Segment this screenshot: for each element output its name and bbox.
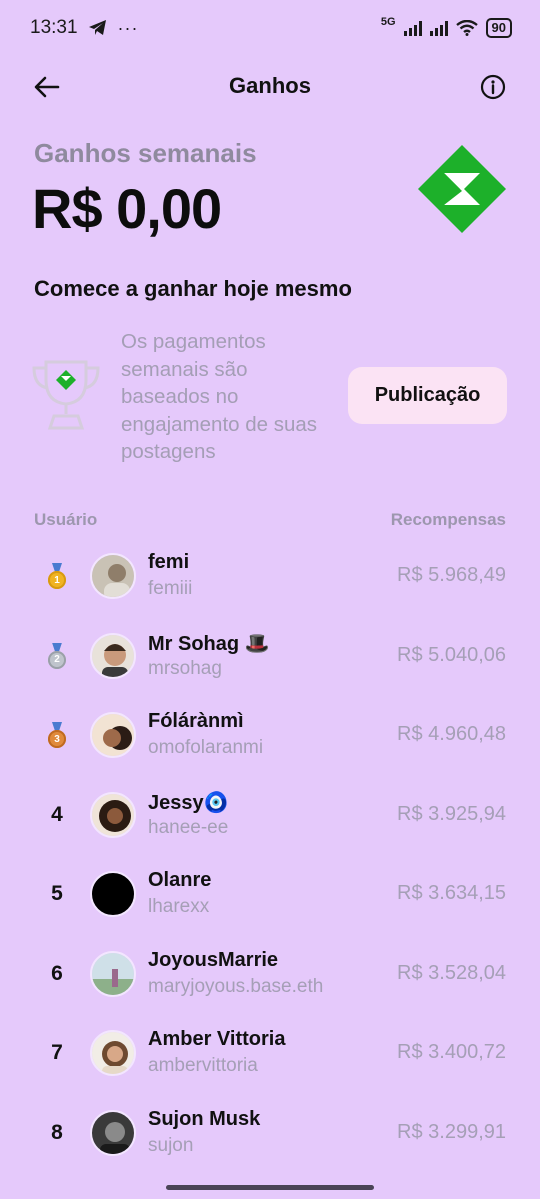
user-name: Olanre — [148, 869, 212, 891]
user-name: Sujon Musk — [148, 1107, 261, 1130]
user-name: Mr Sohag 🎩 — [148, 632, 270, 655]
trophy-icon — [32, 360, 100, 430]
rewards-column-header: Recompensas — [390, 510, 506, 529]
earnings-screen: 13:31 ··· 5G 90 Ganhos Ganhos semanais R… — [0, 0, 540, 1199]
user-handle: maryjoyous.base.eth — [148, 975, 324, 997]
user-handle: omofolaranmi — [148, 737, 264, 758]
avatar[interactable] — [90, 950, 136, 997]
reward-amount: R$ 3.634,15 — [397, 882, 506, 904]
user-handle: ambervittoria — [148, 1055, 258, 1076]
user-name: Fólárànmì — [148, 710, 244, 732]
user-name: Amber Vittoria — [148, 1028, 286, 1050]
avatar[interactable] — [90, 632, 136, 679]
user-handle: sujon — [148, 1134, 194, 1156]
more-notifications-icon: ··· — [117, 17, 139, 38]
clock: 13:31 — [30, 17, 78, 38]
page-title: Ganhos — [229, 73, 311, 98]
rank-number: 4 — [51, 802, 63, 826]
user-name: JoyousMarrie — [148, 948, 279, 971]
leaderboard-row[interactable]: 3 Fólárànmì omofolaranmi R$ 4.960,48 — [0, 695, 540, 775]
user-handle: lharexx — [148, 896, 210, 917]
rank-medal-silver-icon: 2 — [38, 641, 76, 671]
signal-icon — [403, 20, 422, 36]
reward-amount: R$ 4.960,48 — [397, 723, 506, 745]
rank-medal-gold-icon: 1 — [38, 561, 76, 591]
network-type: 5G — [380, 16, 396, 28]
reward-amount: R$ 3.925,94 — [397, 802, 506, 825]
reward-amount: R$ 5.968,49 — [397, 564, 506, 586]
rank-number: 7 — [51, 1041, 63, 1064]
battery-indicator: 90 — [485, 18, 512, 38]
telegram-icon — [88, 20, 106, 35]
payout-info-text: Os pagamentos semanais são baseados no e… — [121, 330, 318, 463]
avatar[interactable] — [90, 553, 136, 599]
leaderboard-row[interactable]: 1 femi femiii R$ 5.968,49 — [0, 536, 540, 616]
wifi-icon — [455, 20, 478, 36]
leaderboard-row[interactable]: 2 Mr Sohag 🎩 mrsohag R$ 5.040,06 — [0, 616, 540, 696]
rank-number: 6 — [51, 961, 63, 985]
publish-button[interactable]: Publicação — [348, 367, 507, 424]
reward-amount: R$ 3.299,91 — [397, 1120, 506, 1143]
rank-medal-bronze-icon: 3 — [38, 720, 76, 750]
user-handle: femiii — [148, 578, 193, 599]
weekly-earnings-amount: R$ 0,00 — [32, 177, 222, 240]
user-handle: hanee-ee — [148, 816, 229, 838]
user-name: Jessy🧿 — [148, 791, 229, 814]
reward-amount: R$ 3.400,72 — [397, 1041, 506, 1063]
back-arrow-icon[interactable] — [32, 72, 62, 102]
user-column-header: Usuário — [34, 510, 98, 529]
leaderboard-list: 1 femi femiii R$ 5.968,49 2 Mr Sohag 🎩 m… — [0, 536, 540, 1172]
avatar[interactable] — [90, 1030, 136, 1076]
leaderboard-row[interactable]: 6 JoyousMarrie maryjoyous.base.eth R$ 3.… — [0, 934, 540, 1014]
user-name: femi — [148, 551, 190, 573]
leaderboard-row[interactable]: 8 Sujon Musk sujon R$ 3.299,91 — [0, 1093, 540, 1173]
avatar[interactable] — [90, 1109, 136, 1156]
signal-icon-2 — [429, 20, 448, 36]
avatar[interactable] — [90, 791, 136, 838]
status-bar: 13:31 ··· 5G 90 — [0, 0, 540, 56]
reward-amount: R$ 3.528,04 — [397, 961, 506, 984]
leaderboard-row[interactable]: 7 Amber Vittoria ambervittoria R$ 3.400,… — [0, 1013, 540, 1093]
leaderboard-row[interactable]: 5 Olanre lharexx R$ 3.634,15 — [0, 854, 540, 934]
rank-number: 8 — [51, 1120, 63, 1144]
info-icon[interactable] — [480, 74, 506, 100]
reward-amount: R$ 5.040,06 — [397, 643, 506, 666]
avatar[interactable] — [90, 712, 136, 758]
brand-logo-icon — [418, 145, 506, 233]
rank-number: 5 — [51, 882, 63, 905]
avatar[interactable] — [90, 871, 136, 917]
user-handle: mrsohag — [148, 657, 222, 679]
start-earning-heading: Comece a ganhar hoje mesmo — [34, 276, 352, 301]
weekly-earnings-label: Ganhos semanais — [34, 138, 257, 168]
top-app-bar: Ganhos — [0, 62, 540, 110]
leaderboard-row[interactable]: 4 Jessy🧿 hanee-ee R$ 3.925,94 — [0, 775, 540, 855]
home-indicator[interactable] — [166, 1185, 374, 1190]
